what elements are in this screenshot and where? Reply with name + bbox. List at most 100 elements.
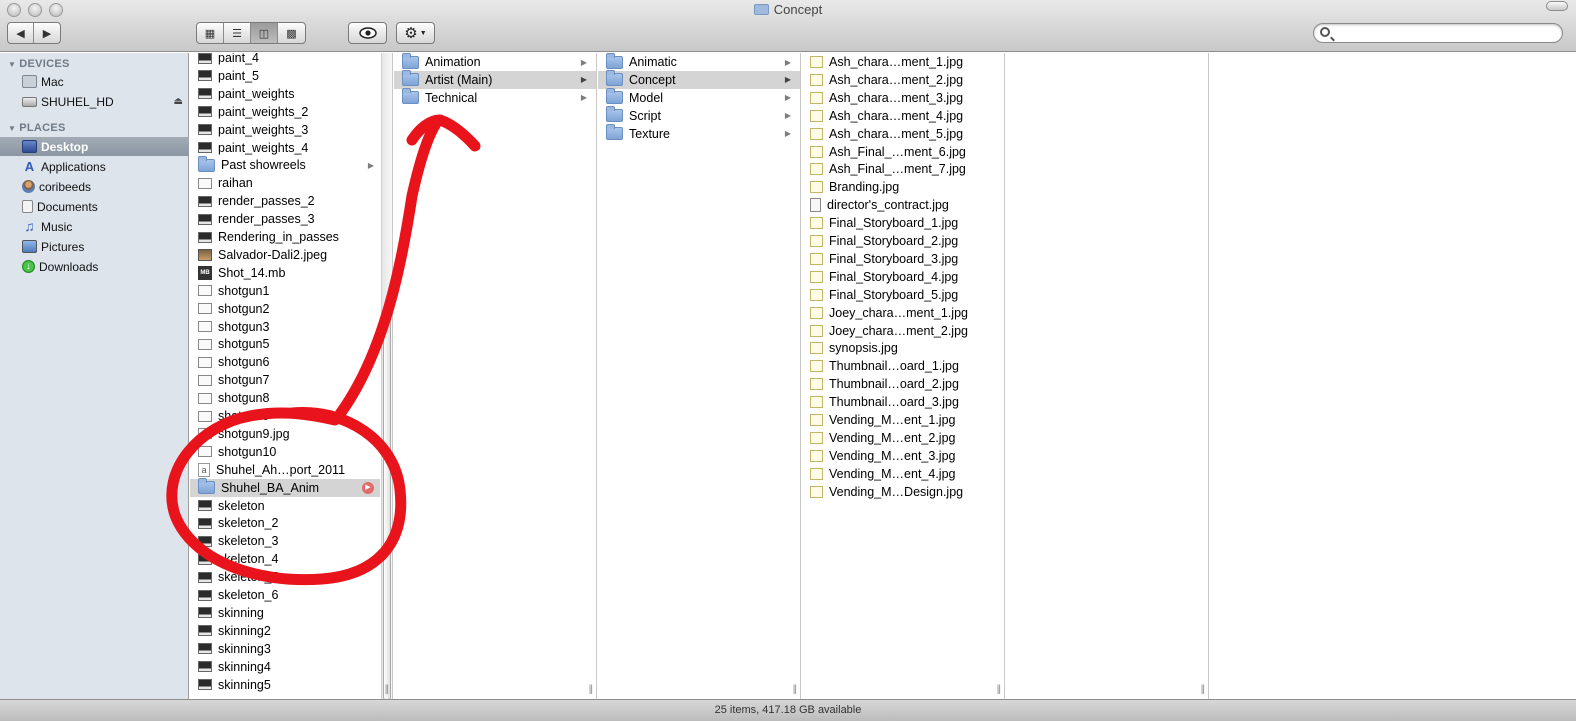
file-row[interactable]: Ash_chara…ment_3.jpg — [802, 89, 1004, 107]
folder-row[interactable]: Technical ▶ — [394, 88, 596, 107]
file-row[interactable]: Vending_M…ent_3.jpg — [802, 447, 1004, 465]
file-row[interactable]: render_passes_3 — [190, 210, 380, 228]
file-row[interactable]: skinning3 — [190, 640, 380, 658]
file-row[interactable]: shotgun9 — [190, 407, 380, 425]
file-row[interactable]: paint_5 — [190, 67, 380, 85]
file-row[interactable]: shotgun5 — [190, 335, 380, 353]
quick-look-button[interactable] — [348, 22, 387, 44]
file-row[interactable]: Final_Storyboard_2.jpg — [802, 232, 1004, 250]
file-row[interactable]: skinning5 — [190, 676, 380, 694]
folder-row[interactable]: Past showreels ▶ — [190, 155, 380, 174]
search-field[interactable] — [1313, 23, 1563, 43]
file-row[interactable]: paint_weights_2 — [190, 103, 380, 121]
sidebar-item-home[interactable]: coribeeds — [0, 177, 189, 196]
file-row[interactable]: Branding.jpg — [802, 178, 1004, 196]
file-row[interactable]: shotgun1 — [190, 282, 380, 300]
browser-column-artist-main[interactable]: Animatic ▶ Concept ▶ Model ▶ Script ▶ Texture ▶ || — [598, 53, 801, 699]
file-row[interactable]: Final_Storyboard_3.jpg — [802, 250, 1004, 268]
list-view-button[interactable]: ☰ — [224, 23, 251, 43]
file-row[interactable]: shotgun2 — [190, 300, 380, 318]
file-row[interactable]: skeleton — [190, 497, 380, 515]
folder-row[interactable]: Script ▶ — [598, 106, 800, 125]
folder-row[interactable]: Texture ▶ — [598, 124, 800, 143]
file-row[interactable]: skeleton_2 — [190, 514, 380, 532]
file-row[interactable]: Joey_chara…ment_2.jpg — [802, 322, 1004, 340]
sidebar-item-pictures[interactable]: Pictures — [0, 237, 189, 256]
file-row[interactable]: skinning4 — [190, 658, 380, 676]
browser-column-desktop[interactable]: paint_4 paint_5 paint_weights paint_weights… — [190, 53, 393, 699]
icon-view-button[interactable]: ▦ — [197, 23, 224, 43]
file-row[interactable]: Vending_M…ent_1.jpg — [802, 411, 1004, 429]
file-row[interactable]: Ash_chara…ment_4.jpg — [802, 107, 1004, 125]
file-row[interactable]: shotgun7 — [190, 371, 380, 389]
file-row[interactable]: shotgun10 — [190, 443, 380, 461]
browser-column-empty-1[interactable]: || — [1006, 53, 1209, 699]
file-row[interactable]: paint_4 — [190, 53, 380, 67]
sidebar-section-places[interactable]: ▼ PLACES — [8, 122, 66, 134]
file-row[interactable]: skeleton_6 — [190, 586, 380, 604]
column-resize-handle[interactable]: || — [1201, 684, 1205, 695]
file-row[interactable]: shotgun8 — [190, 389, 380, 407]
file-row[interactable]: Joey_chara…ment_1.jpg — [802, 304, 1004, 322]
sidebar-item-shuhel-hd[interactable]: SHUHEL_HD ⏏ — [0, 92, 189, 111]
file-row[interactable]: Thumbnail…oard_2.jpg — [802, 375, 1004, 393]
file-row[interactable]: MB Shot_14.mb — [190, 264, 380, 282]
sidebar-item-mac[interactable]: Mac — [0, 72, 189, 91]
eject-icon[interactable]: ⏏ — [174, 96, 183, 107]
sidebar-item-applications[interactable]: A Applications — [0, 157, 189, 176]
file-row[interactable]: skinning — [190, 604, 380, 622]
file-row[interactable]: Thumbnail…oard_1.jpg — [802, 357, 1004, 375]
folder-row[interactable]: Animatic ▶ — [598, 53, 800, 71]
file-row[interactable]: Ash_Final_…ment_7.jpg — [802, 160, 1004, 178]
search-input[interactable] — [1336, 25, 1556, 41]
sidebar-item-music[interactable]: ♫ Music — [0, 217, 189, 236]
forward-button[interactable]: ▶ — [34, 23, 60, 43]
browser-column-shuhel-ba-anim[interactable]: Animation ▶ Artist (Main) ▶ Technical ▶ || — [394, 53, 597, 699]
file-row[interactable]: Ash_chara…ment_1.jpg — [802, 53, 1004, 71]
column-scrollbar[interactable] — [381, 53, 392, 699]
file-row[interactable]: Rendering_in_passes — [190, 228, 380, 246]
column-view-button[interactable]: ◫ — [251, 23, 278, 43]
file-row[interactable]: skeleton_4 — [190, 550, 380, 568]
file-row[interactable]: Ash_Final_…ment_6.jpg — [802, 143, 1004, 161]
folder-row[interactable]: Model ▶ — [598, 88, 800, 107]
file-row[interactable]: raihan — [190, 174, 380, 192]
scrollbar-thumb[interactable] — [383, 311, 391, 699]
file-row[interactable]: a Shuhel_Ah…port_2011 — [190, 461, 380, 479]
file-row[interactable]: Final_Storyboard_4.jpg — [802, 268, 1004, 286]
folder-row[interactable]: Concept ▶ — [598, 70, 800, 89]
file-row[interactable]: Salvador-Dali2.jpeg — [190, 246, 380, 264]
file-row[interactable]: shotgun9.jpg — [190, 425, 380, 443]
file-row[interactable]: skeleton_3 — [190, 532, 380, 550]
file-row[interactable]: shotgun3 — [190, 318, 380, 336]
file-row[interactable]: skinning2 — [190, 622, 380, 640]
back-button[interactable]: ◀ — [8, 23, 35, 43]
file-row[interactable]: Final_Storyboard_1.jpg — [802, 214, 1004, 232]
toolbar-toggle-button[interactable] — [1546, 1, 1568, 11]
sidebar-item-desktop[interactable]: Desktop — [0, 137, 189, 156]
action-menu-button[interactable]: ⚙ ▼ — [396, 22, 435, 44]
file-row[interactable]: render_passes_2 — [190, 192, 380, 210]
file-row[interactable]: paint_weights_3 — [190, 121, 380, 139]
sidebar-section-devices[interactable]: ▼ DEVICES — [8, 58, 70, 70]
file-row[interactable]: Vending_M…ent_4.jpg — [802, 465, 1004, 483]
file-row[interactable]: Thumbnail…oard_3.jpg — [802, 393, 1004, 411]
file-row[interactable]: shotgun6 — [190, 353, 380, 371]
file-row[interactable]: Ash_chara…ment_2.jpg — [802, 71, 1004, 89]
file-row[interactable]: paint_weights — [190, 85, 380, 103]
column-resize-handle[interactable]: || — [385, 684, 389, 695]
coverflow-view-button[interactable]: ▩ — [278, 23, 305, 43]
sidebar-item-documents[interactable]: Documents — [0, 197, 189, 216]
file-row[interactable]: director's_contract.jpg — [802, 196, 1004, 214]
browser-column-empty-2[interactable]: || — [1210, 53, 1576, 699]
folder-row[interactable]: Animation ▶ — [394, 53, 596, 71]
sidebar-item-downloads[interactable]: ↓ Downloads — [0, 257, 189, 276]
file-row[interactable]: Vending_M…ent_2.jpg — [802, 429, 1004, 447]
file-row[interactable]: Ash_chara…ment_5.jpg — [802, 125, 1004, 143]
file-row[interactable]: Final_Storyboard_5.jpg — [802, 286, 1004, 304]
browser-column-concept[interactable]: Ash_chara…ment_1.jpg Ash_chara…ment_2.jpg… — [802, 53, 1005, 699]
file-row[interactable]: skeleton_5 — [190, 568, 380, 586]
file-row[interactable]: synopsis.jpg — [802, 339, 1004, 357]
column-resize-handle[interactable]: || — [589, 684, 593, 695]
file-row[interactable]: Vending_M…Design.jpg — [802, 483, 1004, 501]
